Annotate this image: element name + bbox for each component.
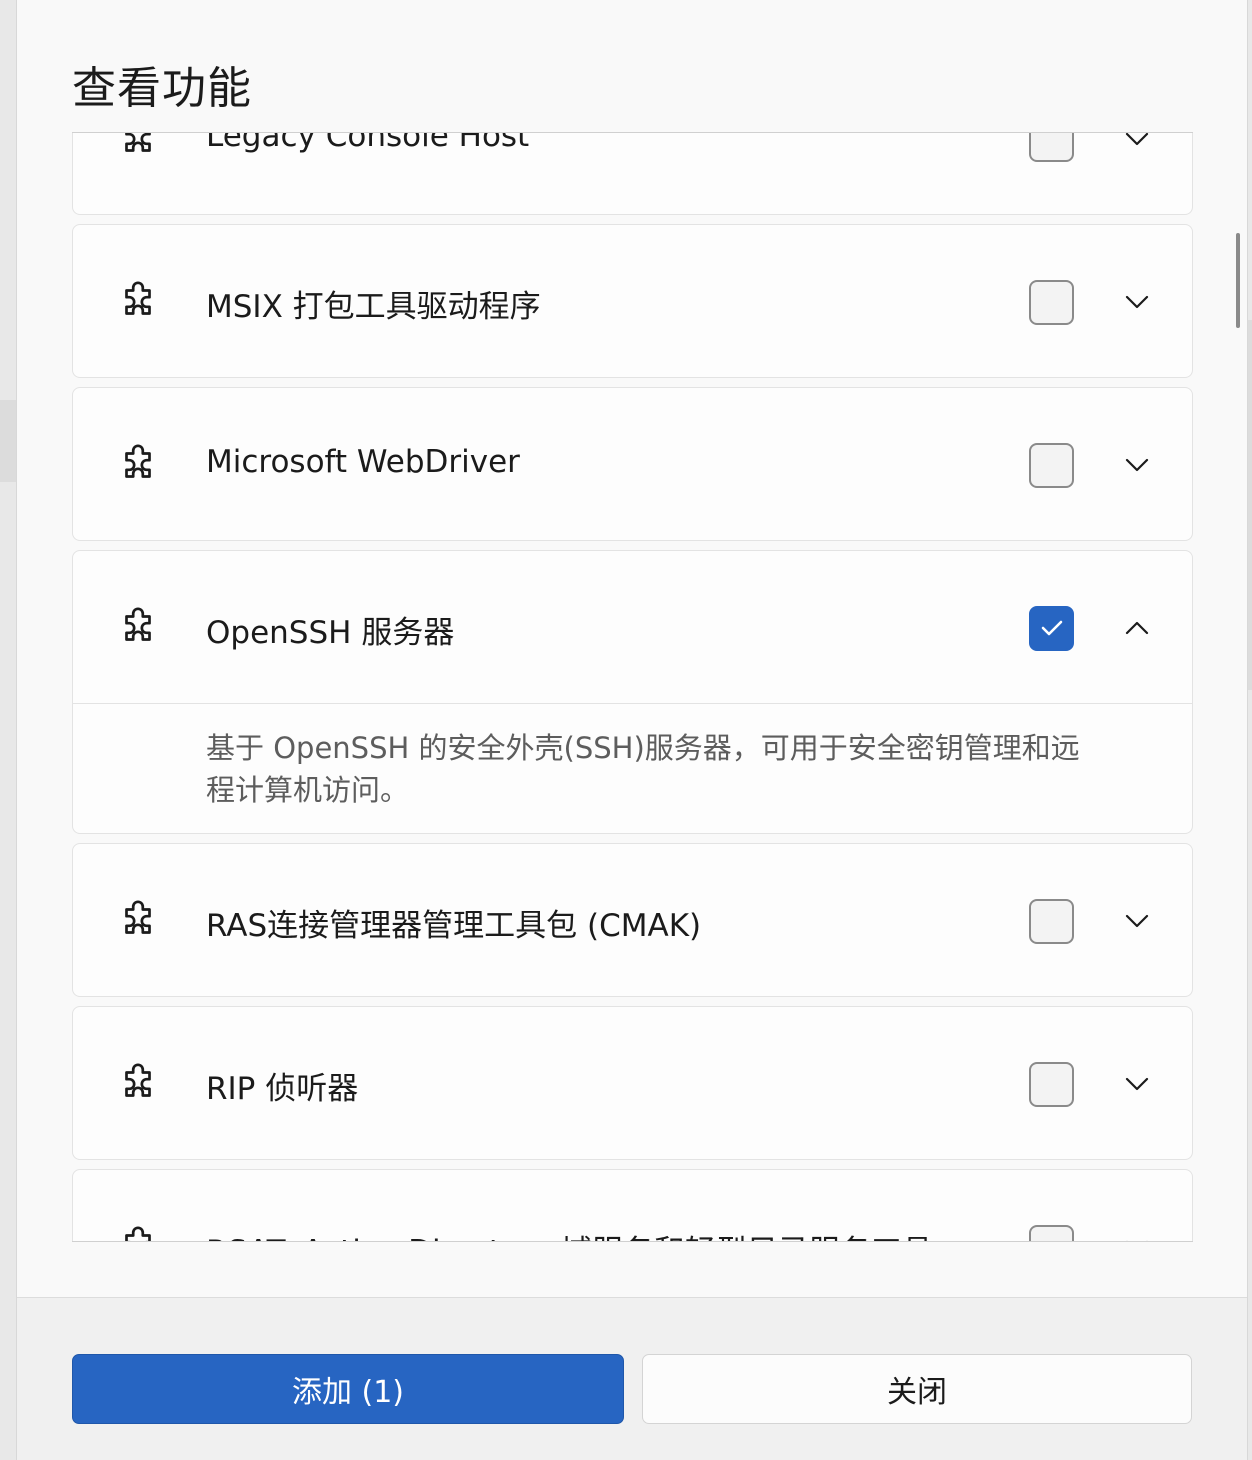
feature-description: 基于 OpenSSH 的安全外壳(SSH)服务器，可用于安全密钥管理和远程计算机…	[73, 703, 1192, 833]
puzzle-piece-icon	[115, 133, 161, 162]
close-button[interactable]: 关闭	[642, 1354, 1192, 1424]
feature-checkbox[interactable]	[1029, 133, 1074, 162]
feature-checkbox[interactable]	[1029, 606, 1074, 651]
feature-name: RSAT: Active Directory 域服务和轻型目录服务工具	[206, 1226, 933, 1241]
checkmark-icon	[1041, 620, 1063, 636]
puzzle-piece-icon	[115, 279, 161, 325]
feature-checkbox[interactable]	[1029, 1225, 1074, 1241]
feature-item[interactable]: RSAT: Active Directory 域服务和轻型目录服务工具	[72, 1169, 1193, 1241]
puzzle-piece-icon	[115, 1224, 161, 1241]
feature-checkbox[interactable]	[1029, 899, 1074, 944]
feature-list[interactable]: Legacy Console Host MSIX 打包工具驱动程序 Micros…	[72, 132, 1193, 1242]
feature-checkbox[interactable]	[1029, 280, 1074, 325]
feature-name: RAS连接管理器管理工具包 (CMAK)	[206, 908, 702, 944]
feature-item[interactable]: RAS连接管理器管理工具包 (CMAK)	[72, 843, 1193, 997]
feature-name: Microsoft WebDriver	[206, 444, 520, 480]
feature-item[interactable]: Legacy Console Host	[72, 132, 1193, 215]
feature-name: OpenSSH 服务器	[206, 615, 455, 651]
chevron-down-icon[interactable]	[1121, 1070, 1153, 1098]
view-features-dialog: 查看功能 Legacy Console Host MSIX 打包工具驱动程序 M…	[16, 0, 1248, 1460]
feature-name: RIP 侦听器	[206, 1071, 359, 1107]
chevron-down-icon[interactable]	[1121, 133, 1153, 153]
scrollbar-thumb[interactable]	[1236, 233, 1240, 328]
feature-item-header[interactable]: RSAT: Active Directory 域服务和轻型目录服务工具	[73, 1170, 1192, 1241]
feature-checkbox[interactable]	[1029, 443, 1074, 488]
feature-checkbox[interactable]	[1029, 1062, 1074, 1107]
feature-item[interactable]: MSIX 打包工具驱动程序	[72, 224, 1193, 378]
feature-item-header[interactable]: MSIX 打包工具驱动程序	[73, 225, 1192, 377]
add-button[interactable]: 添加 (1)	[72, 1354, 624, 1424]
chevron-down-icon[interactable]	[1121, 1233, 1153, 1241]
chevron-down-icon[interactable]	[1121, 907, 1153, 935]
feature-item[interactable]: RIP 侦听器	[72, 1006, 1193, 1160]
chevron-up-icon[interactable]	[1121, 614, 1153, 642]
feature-item[interactable]: Microsoft WebDriver	[72, 387, 1193, 541]
dialog-title: 查看功能	[72, 63, 252, 114]
puzzle-piece-icon	[115, 898, 161, 944]
feature-item-header[interactable]: RIP 侦听器	[73, 1007, 1192, 1159]
feature-item-header[interactable]: Microsoft WebDriver	[73, 388, 1192, 540]
chevron-down-icon[interactable]	[1121, 451, 1153, 479]
feature-item-header[interactable]: OpenSSH 服务器	[73, 551, 1192, 703]
feature-name: Legacy Console Host	[206, 132, 530, 154]
puzzle-piece-icon	[115, 442, 161, 488]
feature-item[interactable]: OpenSSH 服务器 基于 OpenSSH 的安全外壳(SSH)服务器，可用于…	[72, 550, 1193, 834]
feature-name: MSIX 打包工具驱动程序	[206, 289, 541, 325]
chevron-down-icon[interactable]	[1121, 288, 1153, 316]
feature-list-content: Legacy Console Host MSIX 打包工具驱动程序 Micros…	[72, 132, 1193, 1241]
feature-item-header[interactable]: RAS连接管理器管理工具包 (CMAK)	[73, 844, 1192, 996]
dialog-footer: 添加 (1) 关闭	[17, 1297, 1247, 1460]
backdrop	[0, 400, 16, 482]
feature-item-header[interactable]: Legacy Console Host	[73, 132, 1192, 214]
puzzle-piece-icon	[115, 1061, 161, 1107]
puzzle-piece-icon	[115, 605, 161, 651]
